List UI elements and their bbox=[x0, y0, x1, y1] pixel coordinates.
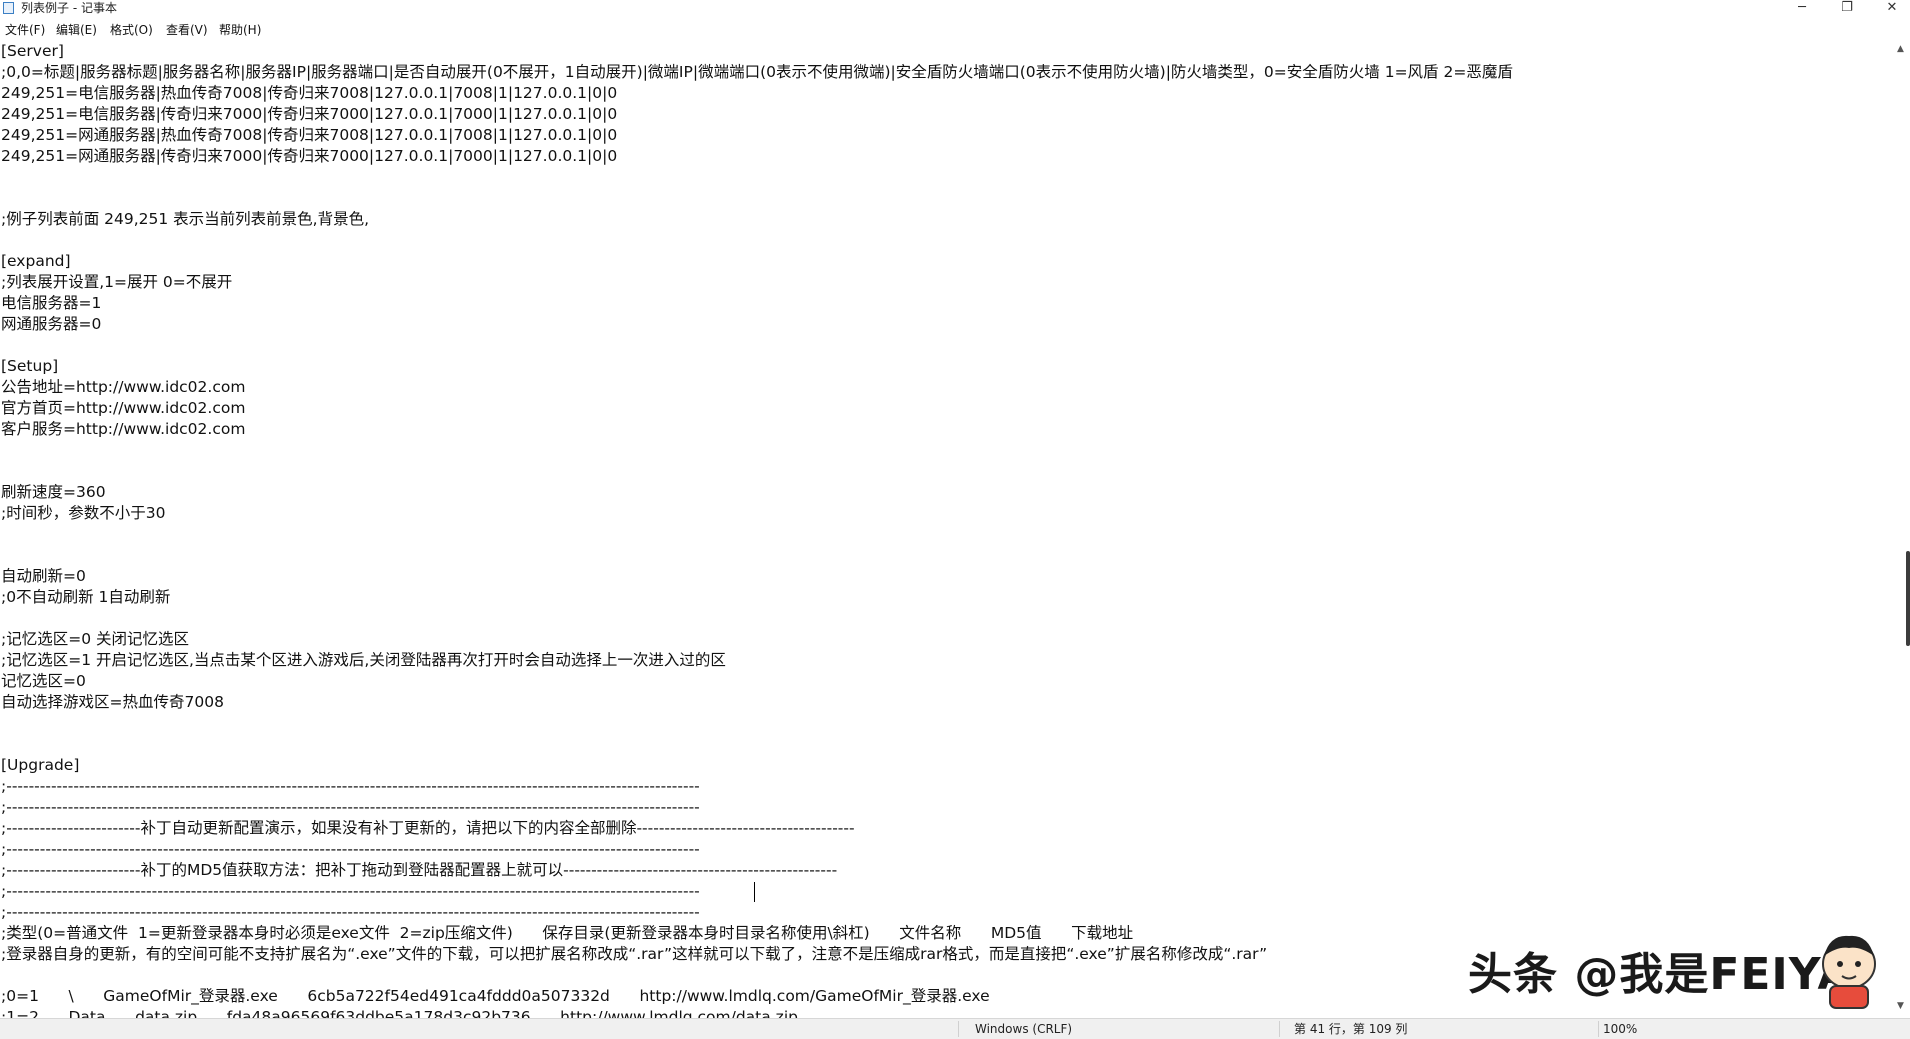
menu-bar: 文件(F) 编辑(E) 格式(O) 查看(V) 帮助(H) bbox=[0, 19, 1910, 41]
text-line bbox=[1, 335, 1513, 356]
text-line: ;记忆选区=1 开启记忆选区,当点击某个区进入游戏后,关闭登陆器再次打开时会自动… bbox=[1, 651, 726, 669]
text-line: [Server] bbox=[1, 42, 64, 60]
scroll-thumb[interactable] bbox=[1906, 551, 1910, 646]
cursor-position-status: 第 41 行，第 109 列 bbox=[1294, 1022, 1408, 1036]
text-line bbox=[1, 608, 1513, 629]
notepad-icon bbox=[3, 2, 14, 14]
text-line: 249,251=电信服务器|传奇归来7000|传奇归来7000|127.0.0.… bbox=[1, 105, 618, 123]
menu-edit[interactable]: 编辑(E) bbox=[56, 22, 97, 38]
text-line: ;记忆选区=0 关闭记忆选区 bbox=[1, 630, 189, 648]
text-line: ;---------------------------------------… bbox=[1, 798, 700, 816]
text-line: ;---------------------------------------… bbox=[1, 903, 700, 921]
status-divider bbox=[958, 1021, 959, 1037]
vertical-scrollbar[interactable]: ▲ ▼ bbox=[1893, 41, 1910, 1018]
zoom-status: 100% bbox=[1603, 1022, 1638, 1036]
text-line: ;------------------------补丁的MD5值获取方法：把补丁… bbox=[1, 861, 838, 879]
menu-help[interactable]: 帮助(H) bbox=[219, 22, 261, 38]
text-line: 249,251=网通服务器|热血传奇7008|传奇归来7008|127.0.0.… bbox=[1, 126, 618, 144]
title-bar: 列表例子 - 记事本 ─ ❐ ✕ bbox=[0, 0, 1910, 17]
text-line: ;0不自动刷新 1自动刷新 bbox=[1, 588, 171, 606]
text-line bbox=[1, 188, 1513, 209]
text-line: ;---------------------------------------… bbox=[1, 882, 700, 900]
text-line bbox=[1, 230, 1513, 251]
status-bar: Windows (CRLF) 第 41 行，第 109 列 100% bbox=[0, 1018, 1910, 1039]
line-ending-status: Windows (CRLF) bbox=[975, 1022, 1073, 1036]
text-line: 249,251=网通服务器|传奇归来7000|传奇归来7000|127.0.0.… bbox=[1, 147, 618, 165]
text-line: 249,251=电信服务器|热血传奇7008|传奇归来7008|127.0.0.… bbox=[1, 84, 618, 102]
menu-format[interactable]: 格式(O) bbox=[110, 22, 153, 38]
text-line: 官方首页=http://www.idc02.com bbox=[1, 399, 246, 417]
text-line: ;列表展开设置,1=展开 0=不展开 bbox=[1, 273, 233, 291]
watermark-text: 头条 @我是FEIYA bbox=[1468, 949, 1853, 1000]
text-line bbox=[1, 440, 1513, 461]
cartoon-avatar-icon bbox=[1822, 935, 1876, 1009]
text-line bbox=[1, 713, 1513, 734]
text-line: 记忆选区=0 bbox=[1, 672, 86, 690]
menu-view[interactable]: 查看(V) bbox=[166, 22, 208, 38]
text-line: ;类型(0=普通文件 1=更新登录器本身时必须是exe文件 2=zip压缩文件)… bbox=[1, 924, 1134, 942]
text-line: 自动选择游戏区=热血传奇7008 bbox=[1, 693, 224, 711]
text-line: [Upgrade] bbox=[1, 756, 80, 774]
editor-text: [Server] ;0,0=标题|服务器标题|服务器名称|服务器IP|服务器端口|… bbox=[1, 41, 1513, 1018]
minimize-button[interactable]: ─ bbox=[1780, 0, 1824, 17]
window-title: 列表例子 - 记事本 bbox=[21, 1, 117, 15]
text-line: ;例子列表前面 249,251 表示当前列表前景色,背景色, bbox=[1, 210, 370, 228]
text-line: ;时间秒，参数不小于30 bbox=[1, 504, 166, 522]
text-line bbox=[1, 545, 1513, 566]
text-line bbox=[1, 524, 1513, 545]
text-line: ;0=1 \ GameOfMir_登录器.exe 6cb5a722f54ed49… bbox=[1, 987, 990, 1005]
text-line: 电信服务器=1 bbox=[1, 294, 102, 312]
text-line: 刷新速度=360 bbox=[1, 483, 106, 501]
text-line bbox=[1, 167, 1513, 188]
text-caret bbox=[754, 882, 755, 902]
text-line: ;登录器自身的更新，有的空间可能不支持扩展名为“.exe”文件的下载，可以把扩展… bbox=[1, 945, 1268, 963]
text-line: 自动刷新=0 bbox=[1, 567, 86, 585]
text-line: [expand] bbox=[1, 252, 71, 270]
text-line: [Setup] bbox=[1, 357, 59, 375]
text-line: ;1=2 Data data.zip fda48a96569f63ddbe5a1… bbox=[1, 1008, 798, 1018]
text-line bbox=[1, 965, 1513, 986]
text-line: 客户服务=http://www.idc02.com bbox=[1, 420, 246, 438]
text-line bbox=[1, 734, 1513, 755]
text-editor[interactable]: [Server] ;0,0=标题|服务器标题|服务器名称|服务器IP|服务器端口|… bbox=[0, 41, 1893, 1018]
scroll-down-arrow-icon[interactable]: ▼ bbox=[1897, 1001, 1904, 1011]
text-line: 公告地址=http://www.idc02.com bbox=[1, 378, 246, 396]
status-divider bbox=[1279, 1021, 1280, 1037]
text-line: 网通服务器=0 bbox=[1, 315, 102, 333]
status-divider bbox=[1598, 1021, 1599, 1037]
scroll-up-arrow-icon[interactable]: ▲ bbox=[1897, 44, 1904, 54]
text-line: ;---------------------------------------… bbox=[1, 840, 700, 858]
close-button[interactable]: ✕ bbox=[1870, 0, 1910, 17]
text-line: ;---------------------------------------… bbox=[1, 777, 700, 795]
text-line bbox=[1, 461, 1513, 482]
text-line: ;------------------------补丁自动更新配置演示，如果没有… bbox=[1, 819, 855, 837]
text-line: ;0,0=标题|服务器标题|服务器名称|服务器IP|服务器端口|是否自动展开(0… bbox=[1, 63, 1513, 81]
restore-button[interactable]: ❐ bbox=[1825, 0, 1869, 17]
menu-file[interactable]: 文件(F) bbox=[5, 22, 45, 38]
